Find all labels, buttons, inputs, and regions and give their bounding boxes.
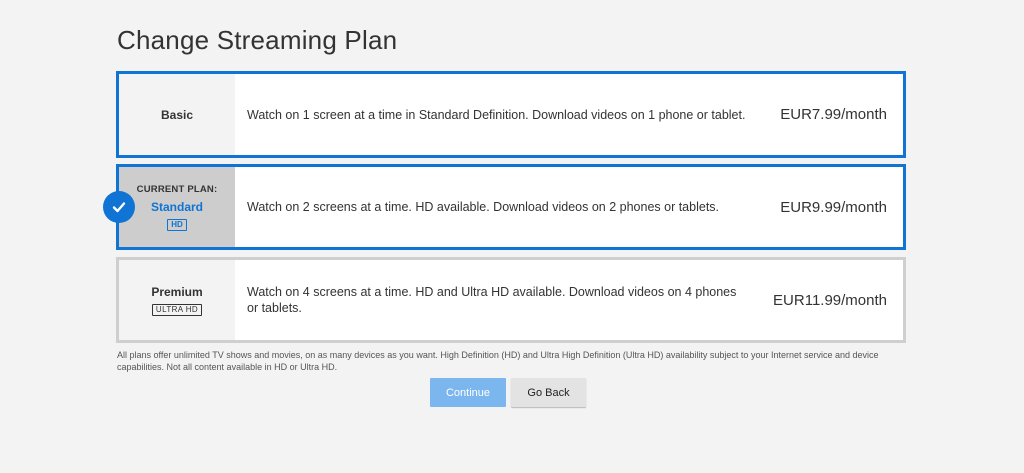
plan-price: EUR11.99/month: [773, 291, 887, 309]
plan-label-premium: Premium ULTRA HD: [119, 260, 235, 340]
continue-button[interactable]: Continue: [430, 378, 506, 407]
page-title: Change Streaming Plan: [117, 25, 398, 55]
current-plan-caption: CURRENT PLAN:: [136, 183, 218, 195]
plans-disclaimer: All plans offer unlimited TV shows and m…: [117, 350, 879, 372]
plan-description: Watch on 4 screens at a time. HD and Ult…: [247, 285, 737, 315]
plan-description: Watch on 2 screens at a time. HD availab…: [247, 200, 720, 214]
plan-description: Watch on 1 screen at a time in Standard …: [247, 107, 746, 122]
plan-label-basic: Basic: [119, 74, 235, 155]
plan-option-basic[interactable]: Basic Watch on 1 screen at a time in Sta…: [116, 71, 906, 158]
plan-name: Premium: [151, 284, 203, 299]
ultra-hd-badge: ULTRA HD: [151, 303, 203, 316]
plan-option-standard[interactable]: CURRENT PLAN: Standard HD Watch on 2 scr…: [116, 164, 906, 250]
plan-option-premium[interactable]: Premium ULTRA HD Watch on 4 screens at a…: [116, 257, 906, 343]
plan-name: Basic: [160, 107, 194, 122]
checkmark-icon: [103, 191, 135, 223]
plan-label-standard: CURRENT PLAN: Standard HD: [119, 167, 235, 247]
plan-name: Standard: [150, 199, 203, 214]
hd-badge: HD: [167, 218, 187, 231]
plan-price: EUR9.99/month: [780, 198, 887, 216]
plan-price: EUR7.99/month: [780, 106, 887, 123]
go-back-button[interactable]: Go Back: [511, 378, 586, 407]
